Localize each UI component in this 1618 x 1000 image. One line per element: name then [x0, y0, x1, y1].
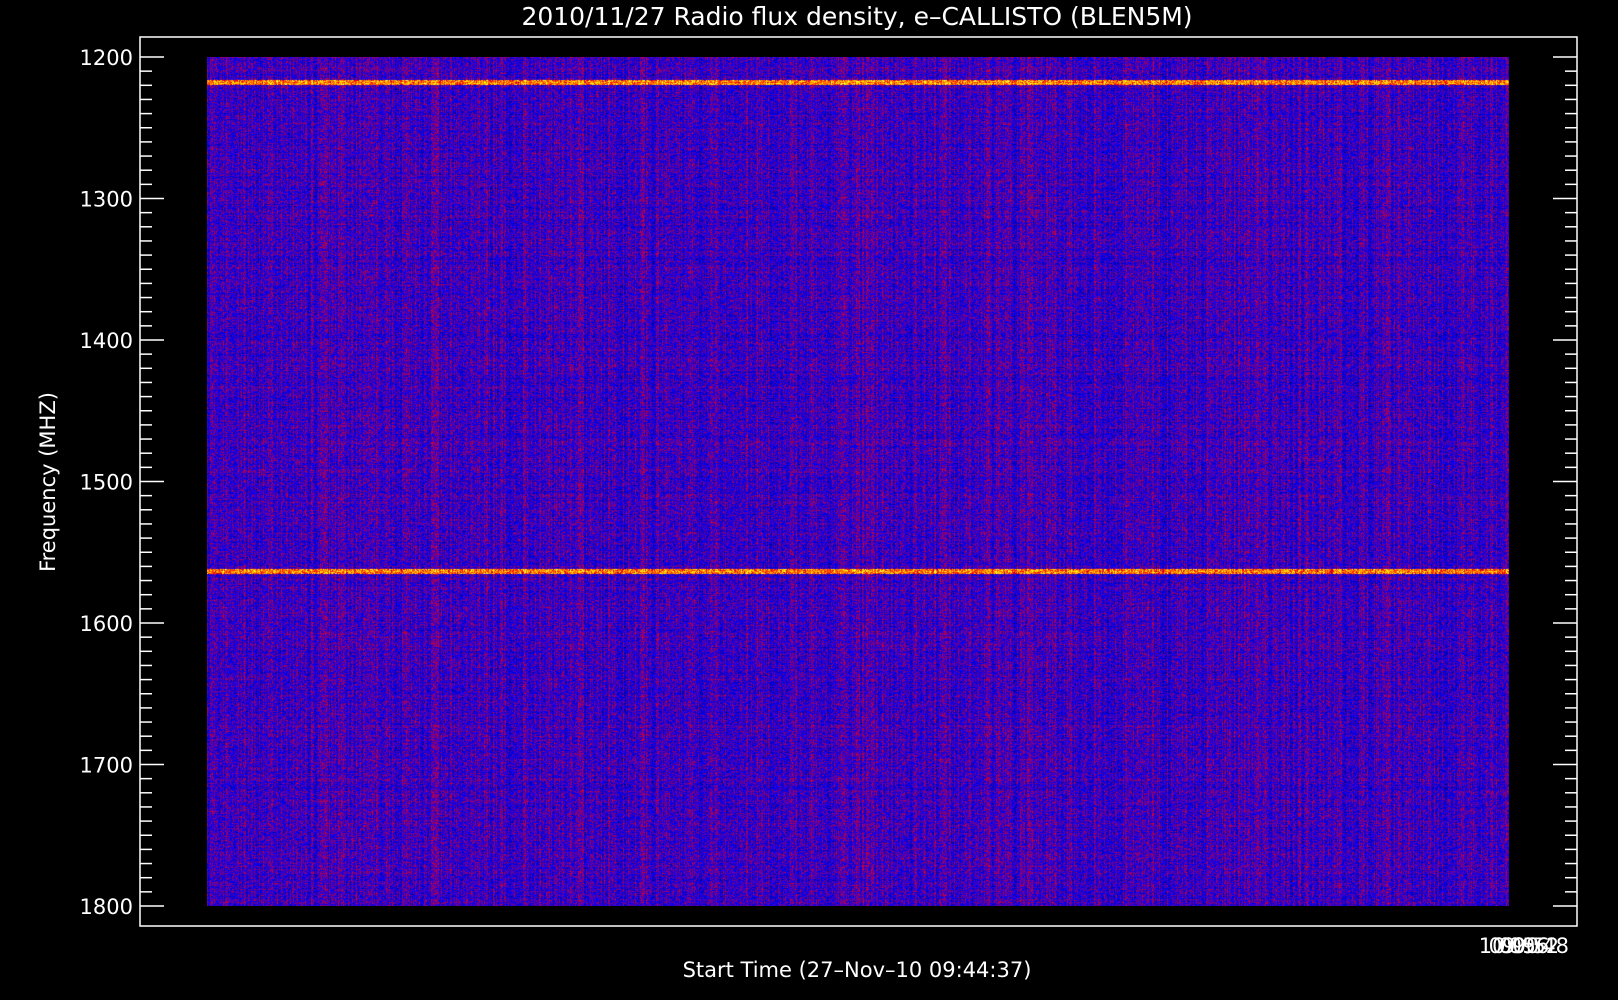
y-tick-label: 1700 [80, 754, 133, 778]
y-tick-label: 1200 [80, 46, 133, 70]
y-tick-label: 1800 [80, 895, 133, 919]
y-tick-label: 1500 [80, 471, 133, 495]
y-tick-label: 1300 [80, 188, 133, 212]
x-tick-labels: 09:4809:5209:5610:00 [1479, 934, 1569, 958]
y-tick-label: 1600 [80, 612, 133, 636]
x-axis-title: Start Time (27–Nov–10 09:44:37) [683, 958, 1032, 982]
chart-title: 2010/11/27 Radio flux density, e–CALLIST… [521, 2, 1192, 31]
y-tick-label: 1400 [80, 329, 133, 353]
y-tick-labels: 1200 1300 1400 1500 1600 1700 1800 [80, 46, 133, 919]
spectrogram-heatmap [207, 57, 1509, 906]
y-axis-title: Frequency (MHZ) [36, 392, 60, 572]
x-tick-label: 10:00 [1479, 934, 1540, 958]
